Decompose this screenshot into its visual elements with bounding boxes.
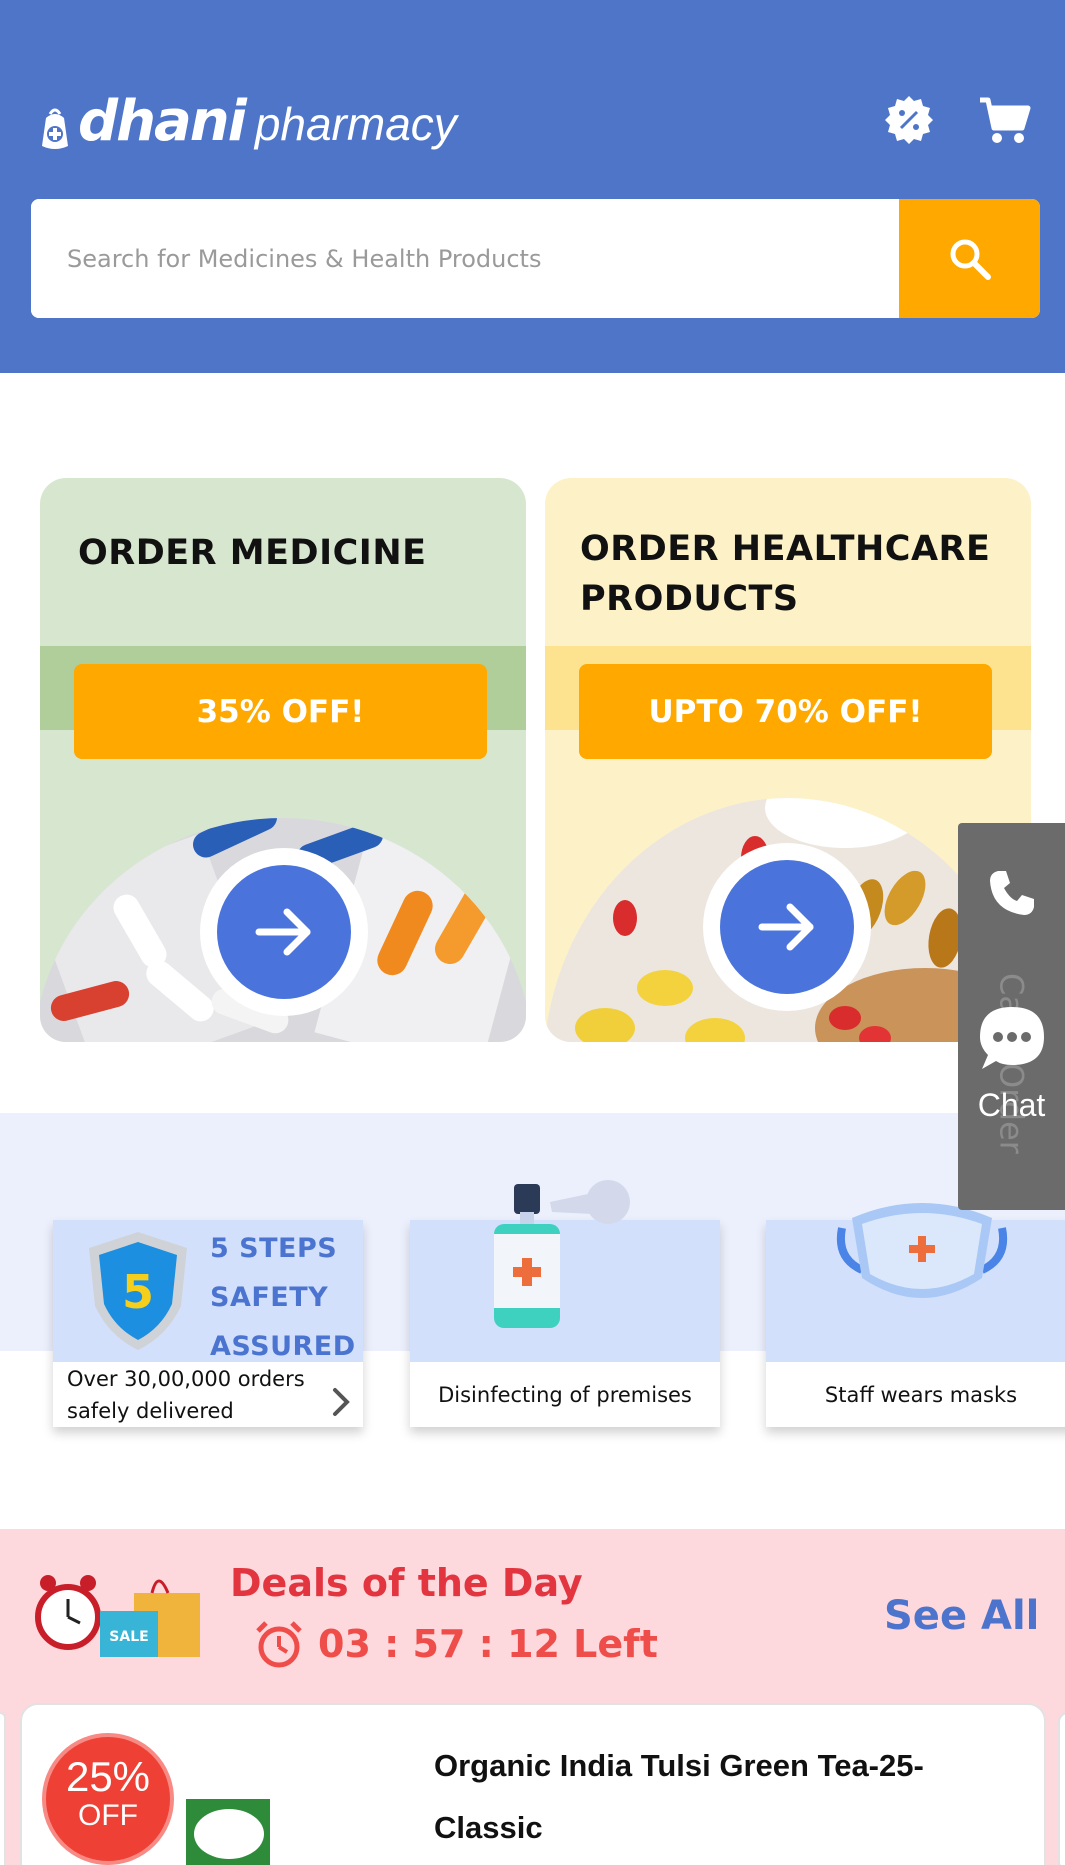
deal-product-card[interactable]: 25% OFF Organic India Tulsi Green Tea-25… [20, 1703, 1046, 1865]
safety-caption: Staff wears masks [824, 1382, 1018, 1407]
medicine-go-button[interactable] [200, 848, 368, 1016]
svg-text:SALE: SALE [109, 1629, 148, 1645]
discount-off-label: OFF [78, 1799, 138, 1832]
search-bar [31, 199, 1040, 318]
card-title: ORDER HEALTHCARE PRODUCTS [580, 529, 991, 619]
cart-icon[interactable] [976, 92, 1032, 148]
sanitizer-bottle-icon [494, 1180, 630, 1328]
discount-badge: 25% OFF [42, 1733, 174, 1865]
order-medicine-card[interactable]: ORDER MEDICINE 35% OFF! [40, 478, 526, 1042]
card-title: ORDER MEDICINE [78, 533, 427, 573]
chat-bubble-icon [979, 1007, 1044, 1069]
chat-label: Chat [977, 1087, 1046, 1123]
pharmacy-home-page: dhani pharmacy ORDER MEDICI [0, 0, 1065, 1865]
next-deal-card-peek[interactable] [1058, 1712, 1065, 1865]
safety-headline-line: 5 STEPS [210, 1233, 338, 1264]
previous-deal-card-peek[interactable] [0, 1712, 6, 1865]
search-icon [950, 239, 991, 280]
search-button[interactable] [899, 199, 1040, 318]
deals-clock-bags-icon: SALE [35, 1575, 200, 1657]
call-button[interactable] [958, 823, 1065, 963]
healthcare-offer-button[interactable]: UPTO 70% OFF! [579, 664, 992, 759]
healthcare-go-button[interactable] [703, 843, 871, 1011]
arrow-right-icon [758, 903, 814, 951]
face-mask-icon [837, 1203, 1007, 1298]
brand-suffix: pharmacy [254, 98, 457, 150]
product-name: Organic India Tulsi Green Tea-25-Classic [434, 1748, 924, 1845]
dhani-pharmacy-logo[interactable]: dhani pharmacy [38, 72, 457, 152]
chevron-right-icon[interactable] [331, 1386, 351, 1418]
logo-bag-icon [42, 108, 68, 149]
safety-caption: Over 30,00,000 orders safely delivered [67, 1366, 305, 1423]
medicine-offer-button[interactable]: 35% OFF! [74, 664, 487, 759]
safety-caption: Disinfecting of premises [438, 1382, 692, 1407]
product-image [182, 1795, 274, 1865]
app-header: dhani pharmacy [0, 0, 1065, 373]
safety-headline-line: SAFETY [210, 1282, 329, 1313]
brand-name: dhani [78, 89, 247, 154]
search-input[interactable] [31, 199, 899, 318]
deals-timer: 03 : 57 : 12 Left [254, 1619, 658, 1669]
deals-title: Deals of the Day [230, 1561, 583, 1605]
discount-percent: 25% [65, 1753, 151, 1800]
shield-number: 5 [122, 1265, 154, 1319]
safety-shield-icon: 5 [89, 1232, 187, 1350]
phone-icon [989, 871, 1034, 915]
see-all-link[interactable]: See All [884, 1593, 1039, 1639]
chat-button[interactable]: Chat [958, 973, 1065, 1173]
alarm-clock-icon [256, 1621, 302, 1668]
safety-card-banner: 5 5 STEPS SAFETY ASSURED [53, 1220, 363, 1362]
arrow-right-icon [255, 908, 311, 956]
side-contact-widget: Call Order Chat [958, 823, 1065, 1210]
safety-card-orders[interactable]: 5 5 STEPS SAFETY ASSURED Over 30,00,000 … [53, 1220, 363, 1427]
timer-text: 03 : 57 : 12 Left [318, 1622, 658, 1666]
safety-headline: 5 STEPS SAFETY ASSURED [210, 1224, 356, 1371]
offer-badge-icon[interactable] [881, 92, 937, 148]
